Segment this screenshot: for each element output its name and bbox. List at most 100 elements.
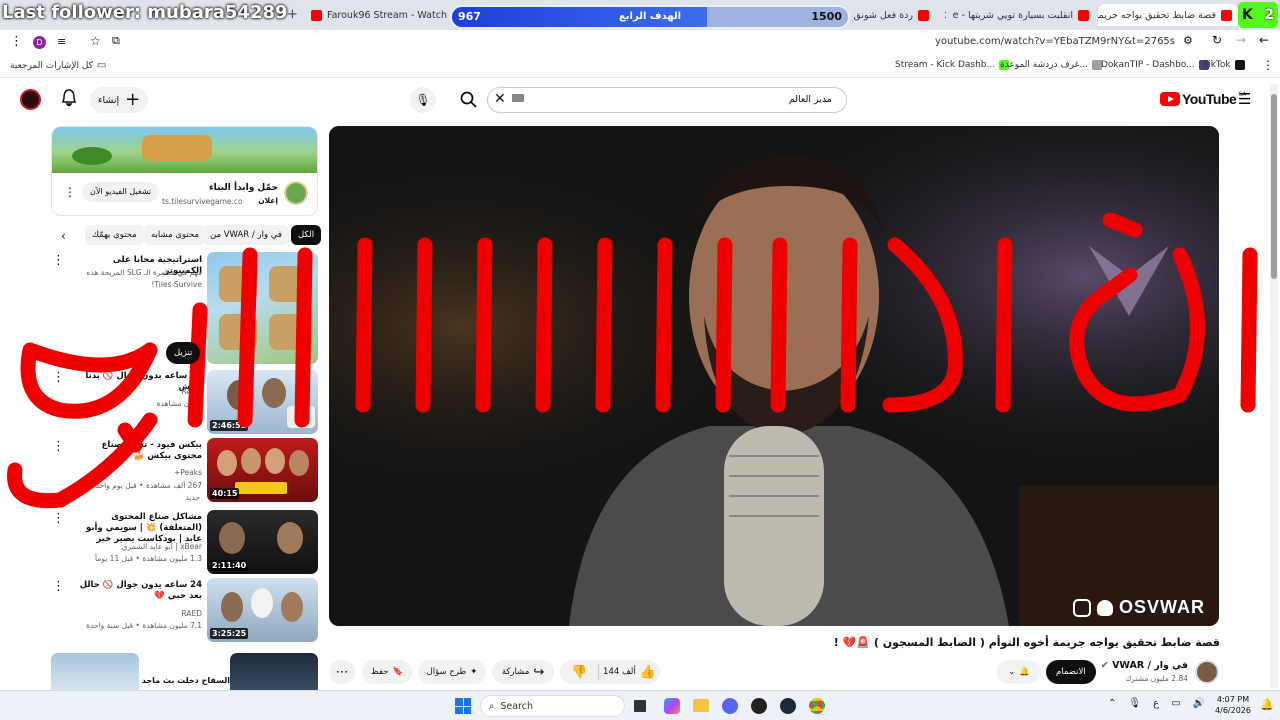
bookmark-star-icon[interactable]: ☆ [90,34,101,48]
bookmark-item[interactable]: غرف دردشة الموعدة... [1000,60,1102,70]
volume-icon[interactable]: 🔊 [1193,698,1205,709]
file-explorer-icon[interactable] [693,699,709,712]
chip-label: محتوى يهمّك [92,230,137,240]
channel-avatar-icon[interactable] [20,89,41,110]
browser-tab[interactable]: Farouk96 Stream - Watch Live [305,4,450,26]
video-menu-icon[interactable]: ⋮ [52,512,65,525]
language-indicator[interactable]: ع [1153,698,1159,709]
search-button[interactable] [452,87,486,113]
close-icon[interactable]: ✕ [945,9,948,22]
video-menu-icon[interactable]: ⋮ [52,254,65,267]
video-menu-icon[interactable]: ⋮ [52,440,65,453]
like-icon[interactable]: 👍 [640,665,656,680]
more-actions-button[interactable]: ⋯ [329,660,355,684]
browser-tab[interactable]: Watch Live ✕ [700,4,810,26]
chip-for-you[interactable]: محتوى يهمّك [85,225,144,245]
close-icon[interactable]: ✕ [779,9,788,22]
subscription-bell-button[interactable]: ⌄ 🔔 [997,660,1041,684]
channel-avatar[interactable] [1195,660,1219,684]
ask-button[interactable]: طرح سؤال ✦ [418,660,486,684]
chip-related[interactable]: محتوى مشابه [144,225,206,245]
clock[interactable]: 4:07 PM 4/6/2026 [1212,694,1254,716]
video-thumbnail[interactable] [51,653,139,690]
ad-cta-button[interactable]: تشغيل الفيديو الآن [82,182,160,202]
join-button[interactable]: الانضمام [1046,660,1096,684]
chrome-icon[interactable] [809,698,825,714]
create-label: إنشاء [98,94,120,106]
network-icon[interactable]: ▭ [1171,698,1180,709]
video-thumbnail[interactable] [230,653,318,690]
chevron-down-icon: ⌄ [1008,667,1016,677]
taskbar-search[interactable]: ⌕ Search [480,695,625,717]
menu-dots-icon[interactable]: ⋮ [10,34,23,49]
ad-card[interactable]: حمّل وابدأ البناء إعلان ts.tilesurvivega… [51,126,318,216]
notifications-bell-icon[interactable] [62,89,76,110]
search-input[interactable]: مدير العالم [487,87,847,113]
channel-name-text: في وار / VWAR [1112,660,1188,671]
ad-title: حمّل وابدأ البناء [209,183,278,193]
verified-icon: ✔ [1100,660,1109,671]
page-scrollbar[interactable] [1270,84,1278,688]
chips-scroll-left-icon[interactable]: ‹ [61,229,66,243]
tray-overflow-icon[interactable]: ⌃ [1108,698,1116,709]
scrollbar-thumb[interactable] [1271,94,1277,279]
app-icon[interactable] [751,698,767,714]
ad-menu-icon[interactable]: ⋮ [64,185,76,199]
copilot-icon[interactable] [664,698,680,714]
url-text[interactable]: youtube.com/watch?v=YEbaTZM9rNY&t=2765s [930,36,1175,47]
ad-cta-label: تشغيل الفيديو الآن [90,187,152,196]
bookmarks-menu-icon[interactable]: ⋮ [1262,58,1274,72]
tab-overflow-button[interactable]: + [287,7,298,22]
channel-name[interactable]: في وار / VWAR ✔ [1080,660,1188,671]
cast-icon[interactable]: ⧉ [112,34,120,48]
chip-label: من VWAR / في وار [210,230,282,240]
voice-search-icon[interactable]: 🎙 [410,87,436,113]
video-menu-icon[interactable]: ⋮ [52,371,65,384]
video-frame [329,126,1219,626]
task-view-icon[interactable] [634,700,646,712]
chip-from-channel[interactable]: من VWAR / في وار [203,225,289,245]
discord-icon[interactable] [722,698,738,714]
mic-icon[interactable]: 🎙 [1128,698,1141,709]
back-icon[interactable]: ← [1259,33,1269,47]
reading-list-icon[interactable]: ≡ [57,35,66,48]
download-pill[interactable]: تنزيل [166,342,201,364]
browser-tab[interactable]: ردة فعل شونق على [815,4,935,26]
youtube-logo[interactable]: YouTube SA [1160,91,1246,107]
video-thumbnail[interactable] [207,252,318,364]
chip-all[interactable]: الكل [291,225,322,245]
video-menu-icon[interactable]: ⋮ [52,580,65,593]
video-player[interactable]: OSVWAR [329,126,1219,626]
video-thumbnail[interactable]: 3:25:25 [207,578,318,642]
windows-start-icon[interactable] [455,698,471,714]
bookmark-item[interactable]: Stream - Kick Dashb... [895,60,1010,70]
create-button[interactable]: إنشاء + [90,87,149,113]
forward-icon[interactable]: → [1236,33,1246,47]
hamburger-menu-icon[interactable]: ☰ [1238,90,1251,108]
reload-icon[interactable]: ↻ [1212,33,1222,47]
profile-avatar[interactable]: D [33,36,46,49]
video-title[interactable]: السفاح دخلت بث ماجد [140,675,230,686]
video-thumbnail[interactable]: 40:15 [207,438,318,502]
video-title[interactable]: بيكس فيود - تحدي صناع محتوى بيكس 🍰 [78,440,202,462]
keyboard-icon[interactable] [512,94,524,102]
video-title[interactable]: مشاكل صناع المحتوى (المتعلقة) 💥 | سويمي … [78,512,202,545]
site-settings-icon[interactable]: ⚙ [1183,34,1193,47]
video-thumbnail[interactable]: 2:11:40 [207,510,318,574]
bookmark-item[interactable]: DokanTIP - Dashbo... [1101,60,1209,70]
clear-search-icon[interactable]: ✕ [494,91,506,107]
dislike-button[interactable]: 👎 [564,665,594,680]
notification-icon[interactable]: 🔔 [1260,698,1274,711]
video-thumbnail[interactable]: 2:46:51 [207,370,318,434]
ad-banner-image[interactable] [52,127,317,173]
browser-tab-active[interactable]: قصة ضابط تحقيق يواجه جريمة أ ✕ [1098,4,1238,26]
share-button[interactable]: مشاركة ↪ [492,660,554,684]
bookmarks-bar: كل الإشارات المرجعية ▭ Stream - Kick Das… [0,54,1280,78]
bookmark-item[interactable]: TikTok [1203,60,1245,70]
video-channel: xBear | أبو عابد الشمري [121,542,202,551]
save-button[interactable]: حفظ 🔖 [362,660,412,684]
video-title[interactable]: 24 ساعه بدون جوال 🚫 حالل بعد حبي 💔 [78,580,202,602]
all-bookmarks-folder[interactable]: كل الإشارات المرجعية ▭ [10,60,106,71]
steam-icon[interactable] [780,698,796,714]
browser-tab[interactable]: انقلبت بسيارة تويي شريتها - e ✕ [945,4,1095,26]
